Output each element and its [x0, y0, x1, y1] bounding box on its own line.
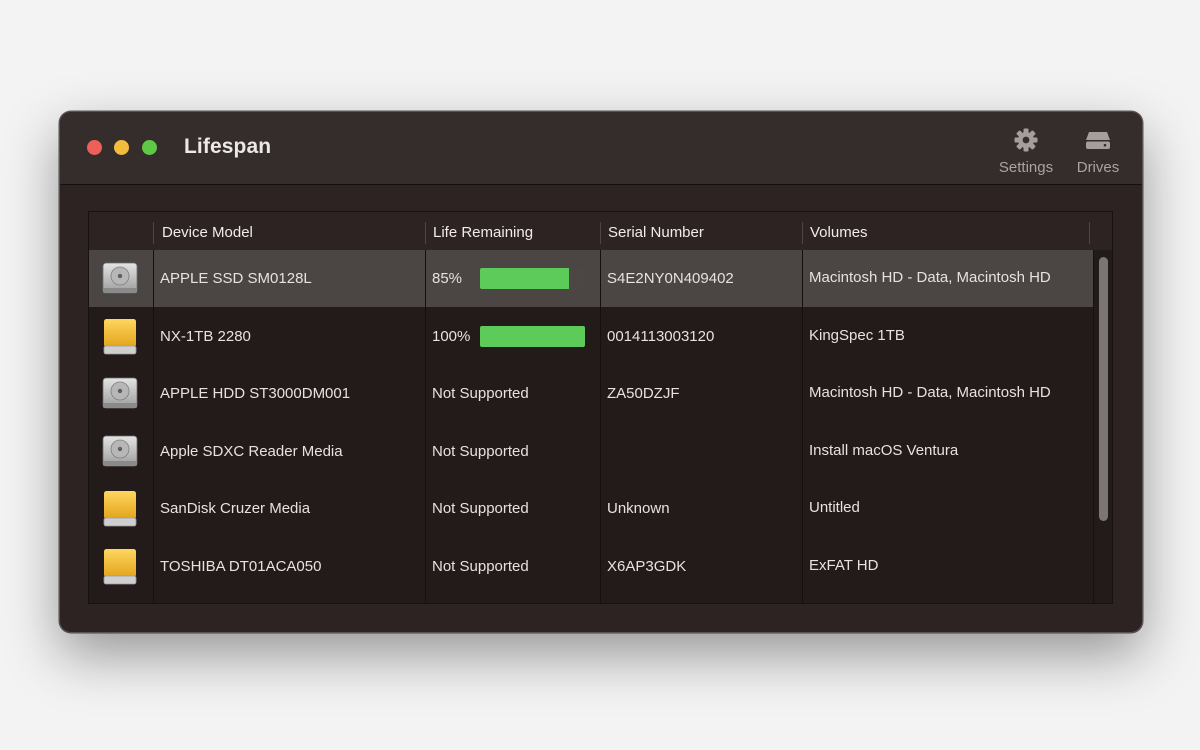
serial-number-cell: 0014113003120 — [607, 327, 715, 345]
serial-number-cell: X6AP3GDK — [607, 557, 687, 575]
drives-toolbar-button[interactable]: Drives — [1071, 126, 1125, 176]
gear-icon — [1014, 128, 1038, 152]
volumes-cell: KingSpec 1TB — [809, 326, 905, 344]
table-row[interactable]: TOSHIBA DT01ACA050 Not Supported X6AP3GDK E… — [89, 538, 1093, 595]
device-model-cell: NX-1TB 2280 — [160, 327, 251, 345]
table-row[interactable]: APPLE SSD SM0128L 85% S4E2NY0N409402 Macint… — [89, 250, 1093, 307]
life-remaining-cell: 100% — [432, 327, 471, 345]
column-header-device-model[interactable]: Device Model — [162, 212, 253, 250]
volumes-cell: Macintosh HD - Data, Macintosh HD — [809, 269, 1051, 286]
column-line — [425, 250, 426, 603]
column-header-life-remaining[interactable]: Life Remaining — [433, 212, 533, 250]
column-header-volumes[interactable]: Volumes — [810, 212, 868, 250]
table-header: Device Model Life Remaining Serial Numbe… — [89, 212, 1112, 250]
life-progress-fill — [480, 268, 570, 289]
life-remaining-cell: Not Supported — [432, 500, 529, 517]
column-divider — [600, 222, 601, 244]
column-line — [600, 250, 601, 603]
external-drive-icon — [100, 317, 140, 357]
table-row[interactable]: APPLE HDD ST3000DM001 Not Supported ZA50DZ… — [89, 365, 1093, 422]
column-divider — [1089, 222, 1090, 244]
external-drive-icon — [100, 547, 140, 587]
device-model-cell: Apple SDXC Reader Media — [160, 442, 343, 460]
title-bar: Lifespan Settings Drives — [60, 112, 1142, 185]
life-remaining-cell: Not Supported — [432, 442, 529, 460]
internal-drive-icon — [100, 432, 140, 472]
column-header-icon[interactable] — [89, 212, 153, 250]
table-row[interactable]: NX-1TB 2280 100% 0014113003120 KingSpec 1TB — [89, 308, 1093, 365]
drives-table: Device Model Life Remaining Serial Numbe… — [88, 211, 1113, 604]
life-remaining-cell: Not Supported — [432, 557, 529, 575]
device-model-cell: TOSHIBA DT01ACA050 — [160, 557, 322, 575]
volumes-cell: Install macOS Ventura — [809, 441, 959, 459]
internal-drive-icon — [100, 374, 140, 414]
volumes-cell: Untitled — [809, 499, 860, 516]
serial-number-cell: Unknown — [607, 500, 670, 517]
device-model-cell: APPLE SSD SM0128L — [160, 270, 312, 287]
close-window-button[interactable] — [87, 140, 102, 155]
drives-label: Drives — [1076, 159, 1120, 176]
external-drive-icon — [100, 489, 140, 529]
life-progress-fill — [480, 325, 585, 347]
serial-number-cell: S4E2NY0N409402 — [607, 270, 734, 287]
column-divider — [802, 222, 803, 244]
app-window: Lifespan Settings Drives Device Model Li… — [59, 111, 1143, 633]
drive-icon — [1086, 132, 1110, 149]
table-row[interactable]: Apple SDXC Reader Media Not Supported Inst… — [89, 423, 1093, 480]
column-header-serial-number[interactable]: Serial Number — [608, 212, 704, 250]
table-row[interactable]: SanDisk Cruzer Media Not Supported Unknown… — [89, 480, 1093, 537]
volumes-cell: Macintosh HD - Data, Macintosh HD — [809, 384, 1051, 401]
device-model-cell: APPLE HDD ST3000DM001 — [160, 385, 351, 402]
column-divider — [153, 222, 154, 244]
life-remaining-cell: 85% — [432, 270, 463, 287]
settings-toolbar-button[interactable]: Settings — [994, 126, 1058, 176]
scrollbar-thumb[interactable] — [1099, 257, 1108, 521]
maximize-window-button[interactable] — [142, 140, 157, 155]
column-divider — [425, 222, 426, 244]
life-remaining-cell: Not Supported — [432, 385, 529, 402]
column-line — [153, 250, 154, 603]
internal-drive-icon — [100, 259, 140, 299]
window-title: Lifespan — [184, 135, 272, 158]
life-progress-bar — [480, 268, 585, 289]
serial-number-cell: ZA50DZJF — [607, 385, 680, 402]
vertical-scrollbar[interactable] — [1093, 250, 1112, 603]
column-line — [802, 250, 803, 603]
device-model-cell: SanDisk Cruzer Media — [160, 500, 311, 517]
settings-label: Settings — [998, 159, 1054, 176]
volumes-cell: ExFAT HD — [809, 556, 879, 574]
minimize-window-button[interactable] — [114, 140, 129, 155]
life-progress-bar — [480, 325, 585, 347]
